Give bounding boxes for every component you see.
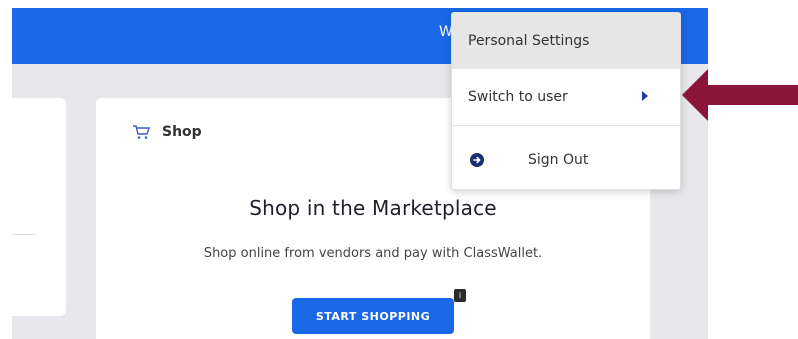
menu-item-label: Switch to user — [468, 89, 568, 105]
menu-item-personal-settings[interactable]: Personal Settings — [452, 13, 680, 69]
menu-divider — [452, 125, 680, 126]
caret-right-icon — [642, 91, 648, 101]
sign-out-icon — [470, 153, 484, 167]
start-shopping-button[interactable]: START SHOPPING — [292, 298, 454, 334]
cart-icon — [132, 124, 150, 140]
divider — [12, 234, 36, 235]
card-title: Shop in the Marketplace — [249, 196, 497, 220]
menu-item-label: Sign Out — [528, 152, 589, 168]
user-dropdown-menu: Personal Settings Switch to user Sign Ou… — [451, 12, 681, 190]
card-description: Shop online from vendors and pay with Cl… — [203, 246, 543, 261]
menu-item-switch-to-user[interactable]: Switch to user — [452, 69, 680, 125]
card-header-label: Shop — [162, 124, 202, 140]
menu-item-label: Personal Settings — [468, 33, 590, 49]
card-header: Shop — [132, 124, 202, 140]
external-badge: i — [454, 289, 466, 302]
pointer-arrow-icon — [682, 69, 798, 121]
left-card — [12, 98, 66, 316]
menu-item-sign-out[interactable]: Sign Out — [452, 135, 680, 185]
